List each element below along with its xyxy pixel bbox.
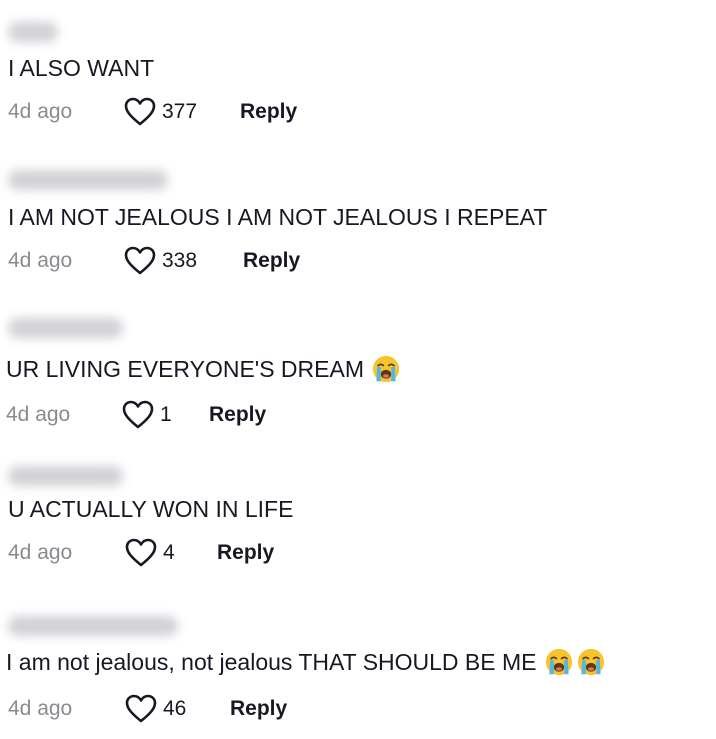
heart-icon	[125, 538, 157, 567]
comment-time: 4d ago	[8, 697, 73, 720]
like-count: 1	[160, 403, 172, 426]
like-button[interactable]: 46	[125, 694, 186, 724]
like-count: 377	[162, 100, 198, 123]
username-blurred[interactable]	[8, 616, 178, 636]
heart-icon	[122, 400, 154, 429]
comment-text: I ALSO WANT	[8, 54, 154, 82]
like-button[interactable]: 1	[122, 400, 172, 430]
comment-time: 4d ago	[8, 100, 73, 123]
comment-text: U ACTUALLY WON IN LIFE	[8, 495, 293, 523]
like-count: 46	[163, 697, 187, 720]
comment-time: 4d ago	[8, 249, 73, 272]
heart-icon	[124, 97, 156, 126]
like-button[interactable]: 377	[124, 97, 197, 127]
comment-time: 4d ago	[6, 403, 71, 426]
like-count: 338	[162, 249, 198, 272]
like-button[interactable]: 338	[124, 246, 197, 276]
reply-button[interactable]: Reply	[240, 100, 297, 124]
reply-button[interactable]: Reply	[230, 697, 287, 721]
reply-button[interactable]: Reply	[209, 403, 266, 427]
comment-text-content: I am not jealous, not jealous THAT SHOUL…	[6, 649, 537, 675]
comment-text-content: I ALSO WANT	[8, 55, 155, 81]
like-button[interactable]: 4	[125, 538, 175, 568]
heart-icon	[125, 694, 157, 723]
comment-text-content: UR LIVING EVERYONE'S DREAM	[6, 356, 364, 382]
comment-text: UR LIVING EVERYONE'S DREAM	[6, 355, 400, 383]
loudly-crying-face-icon	[577, 648, 604, 676]
like-count: 4	[163, 541, 175, 564]
comment-time: 4d ago	[8, 541, 73, 564]
comment-text-content: U ACTUALLY WON IN LIFE	[8, 496, 294, 522]
username-blurred[interactable]	[8, 22, 58, 42]
username-blurred[interactable]	[8, 170, 168, 190]
loudly-crying-face-icon	[372, 355, 400, 383]
reply-button[interactable]: Reply	[217, 541, 274, 565]
username-blurred[interactable]	[8, 466, 123, 486]
heart-icon	[124, 246, 156, 275]
username-blurred[interactable]	[8, 318, 123, 338]
comment-text: I am not jealous, not jealous THAT SHOUL…	[6, 648, 605, 676]
comment-text: I AM NOT JEALOUS I AM NOT JEALOUS I REPE…	[8, 203, 547, 231]
comment-text-content: I AM NOT JEALOUS I AM NOT JEALOUS I REPE…	[8, 204, 548, 230]
reply-button[interactable]: Reply	[243, 249, 300, 273]
loudly-crying-face-icon	[545, 648, 572, 676]
